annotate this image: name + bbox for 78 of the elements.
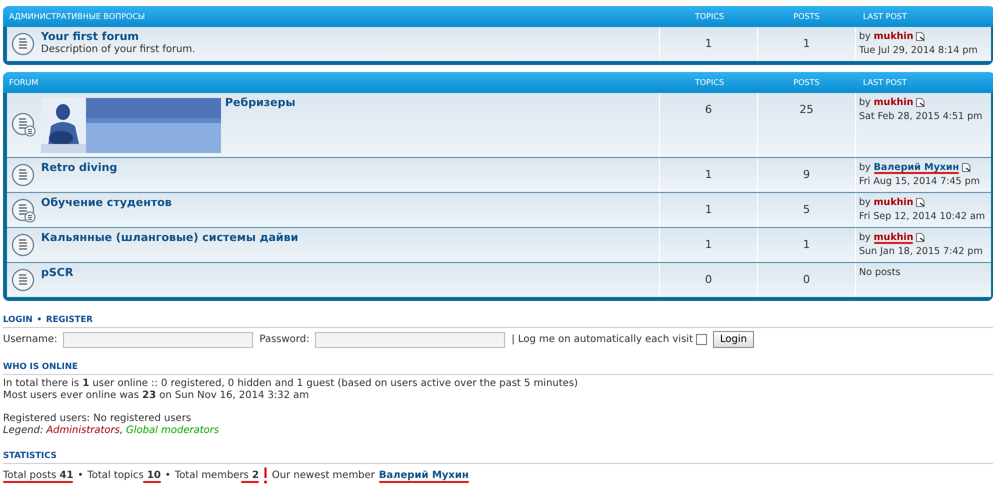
login-link[interactable]: LOGIN xyxy=(3,315,33,325)
posts-count: 0 xyxy=(803,273,810,286)
forum-with-subforums-icon xyxy=(11,112,37,138)
posts-count: 9 xyxy=(803,168,810,181)
forum-title-link[interactable]: Кальянные (шланговые) системы дайви xyxy=(41,231,298,244)
forum-icon xyxy=(11,32,37,58)
posts-count: 5 xyxy=(803,203,810,216)
comma: , xyxy=(120,425,124,437)
posts-count: 1 xyxy=(803,37,810,50)
separator-dot: • xyxy=(77,470,84,482)
by-label: by xyxy=(859,232,871,243)
last-post-date: Fri Aug 15, 2014 7:45 pm xyxy=(859,176,981,187)
separator-dot: • xyxy=(36,315,42,325)
username-field[interactable] xyxy=(63,332,254,348)
view-post-icon[interactable] xyxy=(916,198,926,207)
forum-title-link[interactable]: Обучение студентов xyxy=(41,196,172,209)
column-header: LAST POST xyxy=(862,12,908,21)
column-header: TOPICS xyxy=(694,12,726,21)
column-header: POSTS xyxy=(792,78,821,87)
topics-count: 1 xyxy=(705,203,712,216)
online-info-text: In total there is 1 user online :: 0 registered, 0 hidden and 1 guest (based on users active over the past 5 minutes) xyxy=(3,378,579,390)
author-link[interactable]: mukhin xyxy=(874,197,914,208)
forum-icon xyxy=(11,268,37,294)
no-posts-text: No posts xyxy=(859,267,902,278)
registered-users-text: Registered users: No registered users xyxy=(3,413,192,425)
last-post-date: Tue Jul 29, 2014 8:14 pm xyxy=(859,45,979,56)
member-link[interactable]: Валерий Мухин xyxy=(378,470,469,480)
author-link[interactable]: mukhin xyxy=(874,232,914,243)
topics-count: 6 xyxy=(705,103,712,116)
column-header: TOPICS xyxy=(694,78,726,87)
by-label: by xyxy=(859,162,871,173)
forum-title-link[interactable]: Retro diving xyxy=(41,161,118,174)
last-post-date: Sun Jan 18, 2015 7:42 pm xyxy=(859,246,984,257)
register-link[interactable]: REGISTER xyxy=(46,315,93,325)
stat-text: Total members 2 xyxy=(174,470,259,480)
stat-text: Total posts 41 xyxy=(3,470,74,480)
group-link[interactable]: Administrators xyxy=(46,425,120,437)
newest-member-label: Our newest member xyxy=(272,470,375,482)
forum-description: Description of your first forum. xyxy=(41,44,196,55)
topics-count: 0 xyxy=(705,273,712,286)
stat-text: Total topics 10 xyxy=(87,470,161,480)
author-link[interactable]: mukhin xyxy=(874,97,914,108)
username-label: Username: xyxy=(3,334,58,345)
legend-label: Legend: xyxy=(3,425,44,437)
remember-checkbox[interactable] xyxy=(696,334,707,345)
forum-with-subforums-icon xyxy=(11,198,37,224)
view-post-icon[interactable] xyxy=(916,233,926,242)
last-post-date: Sat Feb 28, 2015 4:51 pm xyxy=(859,111,984,122)
password-field[interactable] xyxy=(315,332,506,348)
view-post-icon[interactable] xyxy=(916,98,926,107)
topics-count: 1 xyxy=(705,168,712,181)
posts-count: 25 xyxy=(800,103,814,116)
forum-title-link[interactable]: Ребризеры xyxy=(225,96,296,109)
posts-count: 1 xyxy=(803,238,810,251)
author-link[interactable]: mukhin xyxy=(874,31,914,42)
section-title: WHO IS ONLINE xyxy=(3,362,78,372)
forum-title-link[interactable]: pSCR xyxy=(41,266,74,279)
forum-title-link[interactable]: Your first forum xyxy=(41,30,196,43)
view-post-icon[interactable] xyxy=(962,163,972,172)
by-label: by xyxy=(859,97,871,108)
login-button[interactable]: Login xyxy=(713,331,754,348)
last-post-date: Fri Sep 12, 2014 10:42 am xyxy=(859,211,986,222)
online-info-text: Most users ever online was 23 on Sun Nov 16, 2014 3:32 am xyxy=(3,390,310,402)
view-post-icon[interactable] xyxy=(916,32,926,41)
by-label: by xyxy=(859,197,871,208)
column-header: POSTS xyxy=(792,12,821,21)
topics-count: 1 xyxy=(705,37,712,50)
remember-label: | Log me on automatically each visit xyxy=(511,334,693,345)
by-label: by xyxy=(859,31,871,42)
forum-icon xyxy=(11,233,37,259)
author-link[interactable]: Валерий Мухин xyxy=(874,162,960,173)
password-label: Password: xyxy=(259,334,310,345)
annotation-mark xyxy=(262,467,268,484)
topics-count: 1 xyxy=(705,238,712,251)
separator-dot: • xyxy=(164,470,171,482)
forum-icon xyxy=(11,163,37,189)
section-title: STATISTICS xyxy=(3,451,57,461)
column-header: LAST POST xyxy=(862,78,908,87)
